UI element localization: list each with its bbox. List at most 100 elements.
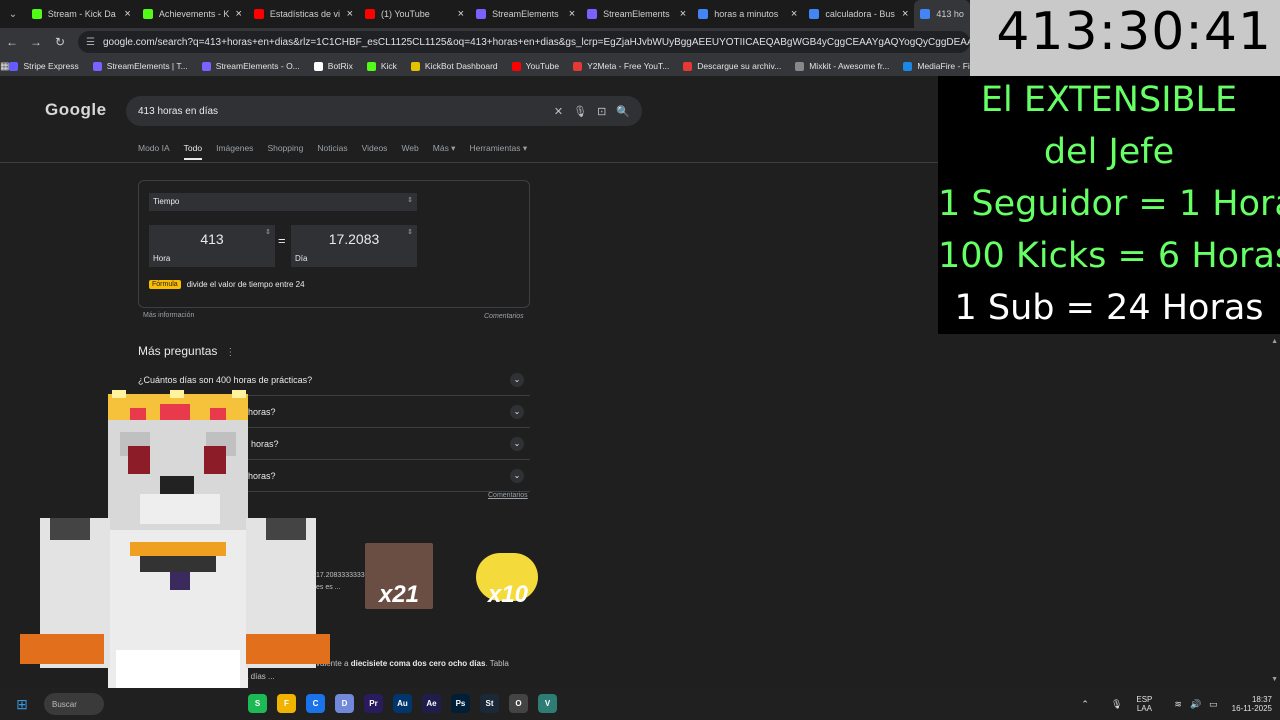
tab-search-chevron-icon[interactable]: ⌄ [0, 0, 26, 28]
to-field[interactable]: 17.2083 Día ⇕ [291, 225, 417, 267]
bookmark[interactable]: Stripe Express [9, 61, 79, 71]
scroll-up-icon[interactable]: ▲ [1271, 338, 1278, 345]
youtube-icon [511, 61, 521, 71]
tab-mas[interactable]: Más ▾ [433, 143, 456, 160]
bookmark[interactable]: StreamElements | T... [92, 61, 188, 71]
bookmark[interactable]: Y2Meta - Free YouT... [573, 61, 669, 71]
bookmark[interactable]: YouTube [511, 61, 559, 71]
bookmark[interactable]: KickBot Dashboard [410, 61, 498, 71]
rules-panel: El EXTENSIBLE del Jefe 1 Seguidor = 1 Ho… [938, 76, 1280, 334]
clock[interactable]: 18:37 16-11-2025 [1232, 695, 1272, 713]
bookmark[interactable]: Mixkit - Awesome fr... [795, 61, 889, 71]
chrome-icon[interactable]: C [306, 694, 325, 713]
emote-bee: x10 [474, 543, 542, 609]
apps-grid-icon[interactable]: ▦ [0, 61, 9, 72]
folder-icon[interactable]: F [277, 694, 296, 713]
streamelements-icon [92, 61, 102, 71]
feedback-link[interactable]: Comentarios [484, 313, 524, 320]
close-tab-icon[interactable]: × [124, 8, 130, 20]
result-snippet: valente a diecisiete coma dos cero ocho … [316, 659, 509, 668]
rule-sub: 1 Sub = 24 Horas [954, 288, 1264, 328]
to-unit-select[interactable]: Día [295, 254, 307, 263]
tab-imagenes[interactable]: Imágenes [216, 143, 253, 160]
clear-icon[interactable]: ✕ [554, 105, 563, 118]
spotify-icon[interactable]: S [248, 694, 267, 713]
browser-tab-strip: ⌄ Stream - Kick Da × Achievements - K × Es… [0, 0, 970, 28]
streamelements-icon [201, 61, 211, 71]
scroll-down-icon[interactable]: ▼ [1271, 676, 1278, 683]
close-tab-icon[interactable]: × [458, 8, 464, 20]
countdown-timer: 413:30:41 [996, 2, 1272, 62]
volume-icon[interactable]: 🔊 [1190, 699, 1201, 710]
audition-icon[interactable]: Au [393, 694, 412, 713]
close-tab-icon[interactable]: × [347, 8, 353, 20]
reload-icon[interactable]: ↻ [48, 35, 72, 49]
url-text: google.com/search?q=413+horas+en+dias&rl… [102, 36, 970, 48]
close-tab-icon[interactable]: × [235, 8, 241, 20]
tab-shopping[interactable]: Shopping [267, 143, 303, 160]
rule-kicks: 100 Kicks = 6 Horas [938, 236, 1280, 276]
tab-todo[interactable]: Todo [183, 143, 203, 160]
language-indicator[interactable]: ESP LAA [1136, 695, 1152, 713]
from-unit-select[interactable]: Hora [153, 254, 170, 263]
unit-type-select[interactable]: Tiempo ⇕ [149, 193, 417, 211]
wifi-icon[interactable]: ≋ [1174, 699, 1182, 710]
url-input[interactable]: ☰ google.com/search?q=413+horas+en+dias&… [78, 31, 970, 53]
timer-panel: 413:30:41 [970, 0, 1280, 76]
taskbar-search[interactable]: Buscar [44, 693, 104, 715]
browser-tab[interactable]: (1) YouTube × [359, 0, 470, 28]
bookmark[interactable]: Descargue su archiv... [683, 61, 781, 71]
google-logo[interactable]: Google [45, 100, 107, 120]
browser-tab[interactable]: calculadora - Bus × [803, 0, 914, 28]
bookmark[interactable]: Kick [366, 61, 397, 71]
site-info-icon[interactable]: ☰ [86, 37, 95, 48]
chevron-down-icon: ⌄ [510, 469, 524, 483]
premiere-icon[interactable]: Pr [364, 694, 383, 713]
chevron-up-icon[interactable]: ⌃ [1081, 699, 1089, 710]
vegas-icon[interactable]: V [538, 694, 557, 713]
more-info-link[interactable]: Más información [143, 312, 194, 319]
formula: Fórmula divide el valor de tiempo entre … [149, 280, 305, 289]
tab-noticias[interactable]: Noticias [317, 143, 347, 160]
tab-modo-ia[interactable]: Modo IA [138, 143, 170, 160]
close-tab-icon[interactable]: × [569, 8, 575, 20]
browser-tab[interactable]: horas a minutos × [692, 0, 803, 28]
tab-herramientas[interactable]: Herramientas ▾ [469, 143, 527, 160]
bookmark[interactable]: BotRix [313, 61, 353, 71]
close-tab-icon[interactable]: × [791, 8, 797, 20]
chevron-down-icon: ⌄ [510, 437, 524, 451]
windows-start-icon[interactable]: ⊞ [12, 694, 32, 714]
tab-videos[interactable]: Videos [362, 143, 388, 160]
discord-icon[interactable]: D [335, 694, 354, 713]
steam-icon[interactable]: St [480, 694, 499, 713]
bookmark[interactable]: StreamElements - O... [201, 61, 300, 71]
formula-text: divide el valor de tiempo entre 24 [186, 280, 305, 289]
google-icon [809, 9, 820, 19]
browser-tab[interactable]: StreamElements × [470, 0, 581, 28]
microphone-icon[interactable]: 🎙 [573, 105, 587, 118]
browser-tab[interactable]: StreamElements × [581, 0, 692, 28]
browser-tab[interactable]: Stream - Kick Da × [26, 0, 137, 28]
search-icon[interactable]: 🔍 [616, 105, 630, 118]
forward-icon[interactable]: → [24, 35, 48, 49]
kick-icon [31, 9, 42, 19]
chevron-down-icon: ⌄ [510, 373, 524, 387]
back-icon[interactable]: ← [0, 35, 24, 49]
close-tab-icon[interactable]: × [902, 8, 908, 20]
battery-icon[interactable]: ▭ [1209, 699, 1218, 710]
more-options-icon[interactable]: ⋮ [225, 347, 235, 358]
from-field[interactable]: 413 Hora ⇕ [149, 225, 275, 267]
search-input[interactable]: 413 horas en días ✕ 🎙 ⊡ 🔍 [126, 96, 642, 126]
tab-web[interactable]: Web [401, 143, 418, 160]
microphone-icon[interactable]: 🎙 [1111, 699, 1122, 710]
address-bar: ← → ↻ ☰ google.com/search?q=413+horas+en… [0, 28, 970, 56]
lens-icon[interactable]: ⊡ [597, 105, 606, 118]
after-effects-icon[interactable]: Ae [422, 694, 441, 713]
paa-feedback-link[interactable]: Comentarios [488, 492, 528, 499]
browser-tab-active[interactable]: 413 horas [914, 0, 970, 28]
obs-icon[interactable]: O [509, 694, 528, 713]
photoshop-icon[interactable]: Ps [451, 694, 470, 713]
browser-tab[interactable]: Achievements - K × [137, 0, 248, 28]
close-tab-icon[interactable]: × [680, 8, 686, 20]
browser-tab[interactable]: Estadísticas de vi × [248, 0, 359, 28]
